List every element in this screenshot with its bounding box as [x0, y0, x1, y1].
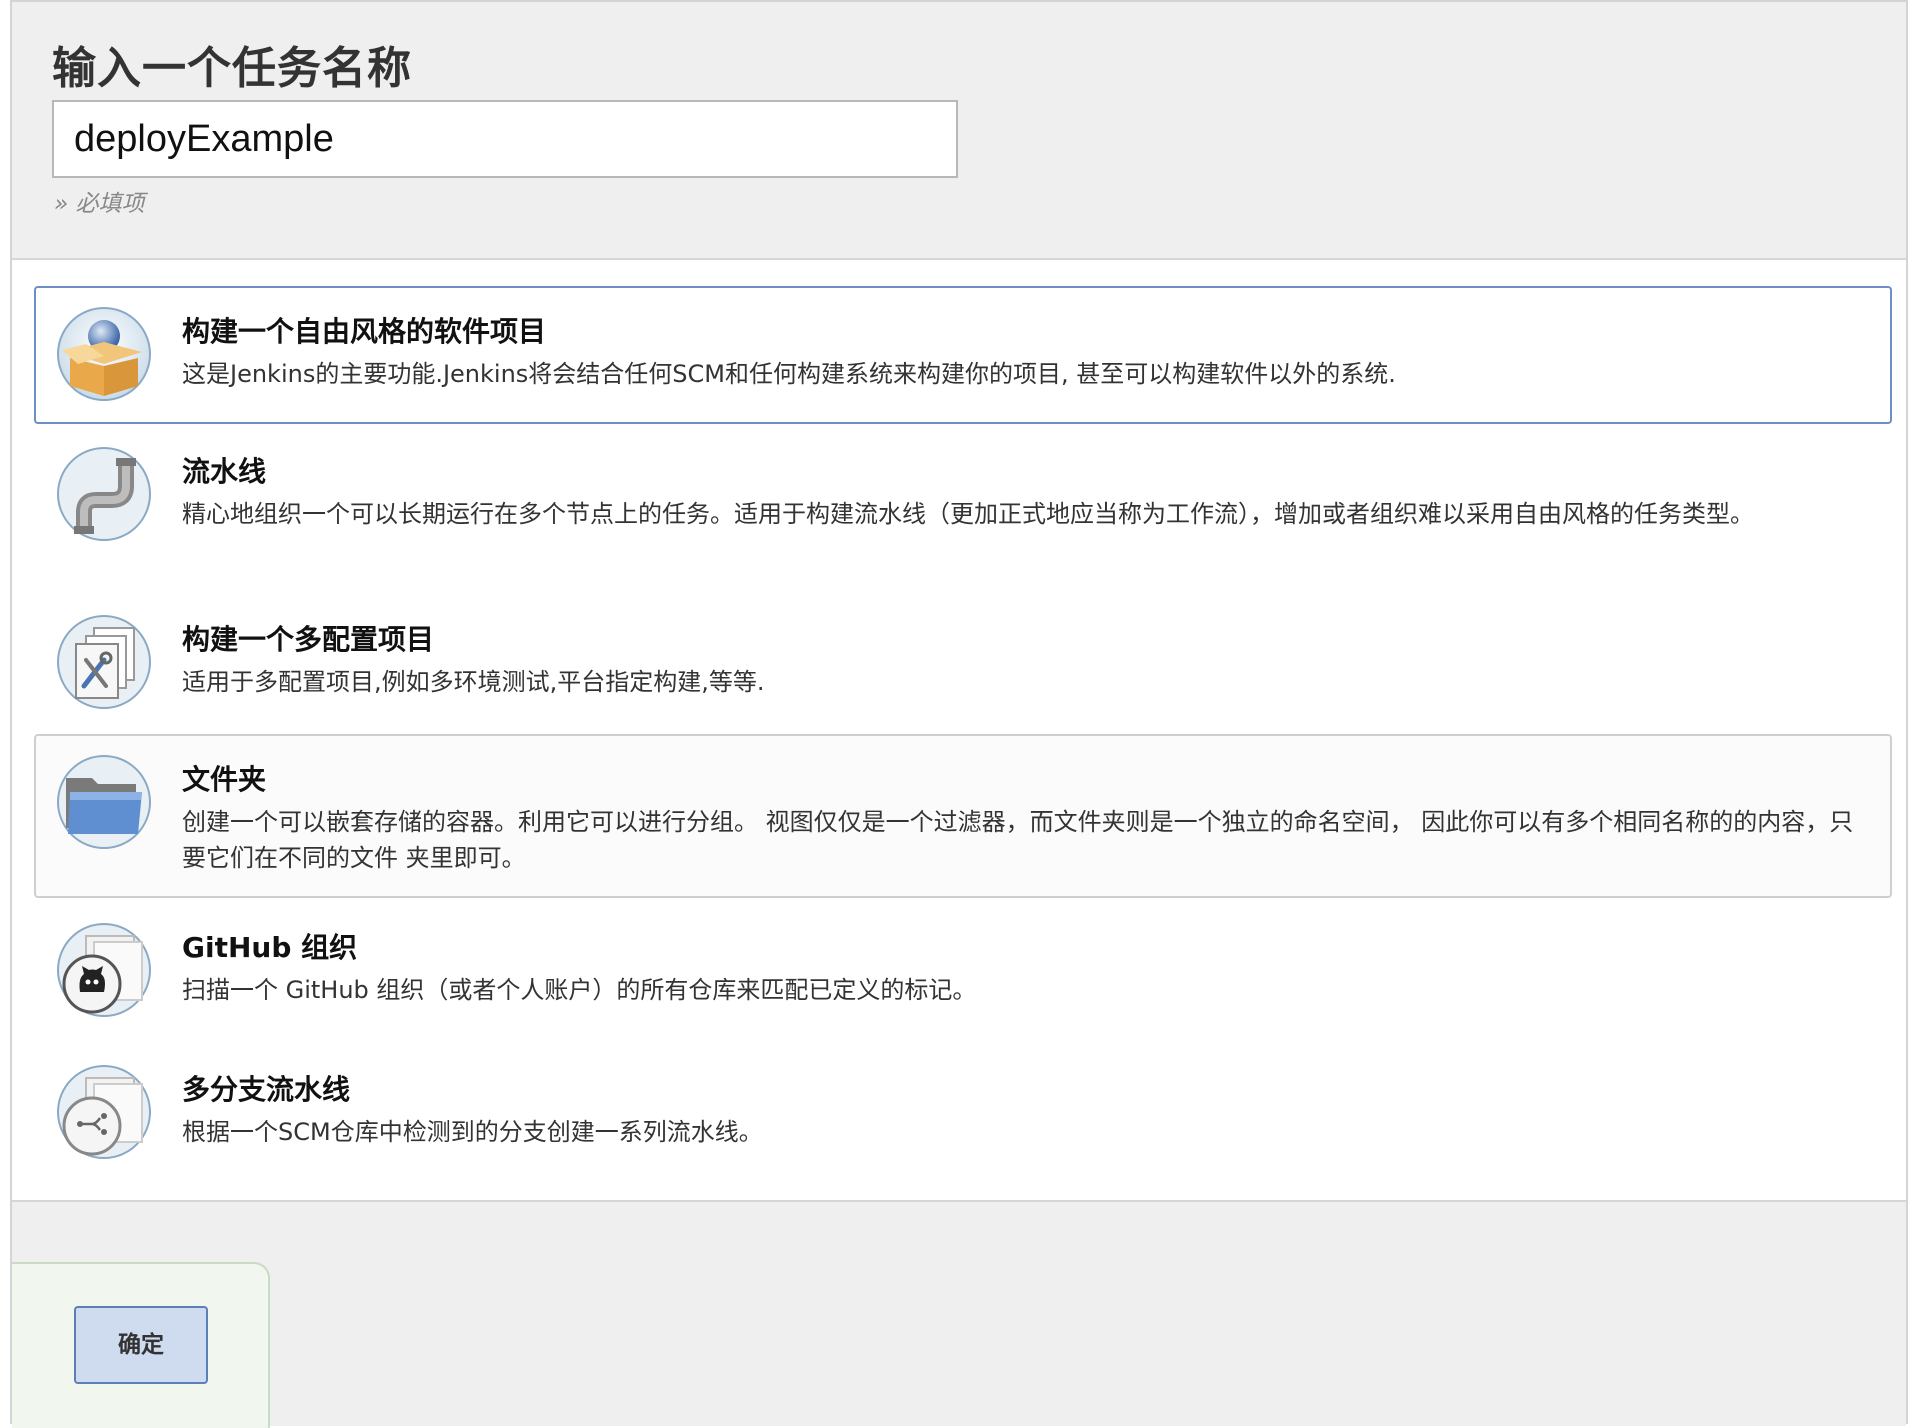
- item-title: 构建一个自由风格的软件项目: [182, 315, 547, 348]
- item-description: 根据一个SCM仓库中检测到的分支创建一系列流水线。: [182, 1118, 763, 1146]
- page-title: 输入一个任务名称: [52, 43, 412, 94]
- new-item-form: 输入一个任务名称 » 必填项: [10, 0, 1908, 1428]
- item-title: 流水线: [182, 455, 267, 488]
- required-hint: » 必填项: [54, 191, 145, 217]
- pipeline-icon: [57, 447, 151, 541]
- freestyle-project-icon: [57, 307, 151, 401]
- item-title: 构建一个多配置项目: [182, 623, 435, 656]
- item-type-pipeline[interactable]: 流水线 精心地组织一个可以长期运行在多个节点上的任务。适用于构建流水线（更加正式…: [34, 426, 1892, 590]
- item-type-list: 构建一个自由风格的软件项目 这是Jenkins的主要功能.Jenkins将会结合…: [12, 260, 1906, 1202]
- form-footer: 确定: [12, 1202, 1906, 1428]
- item-description: 创建一个可以嵌套存储的容器。利用它可以进行分组。 视图仅仅是一个过滤器，而文件夹…: [182, 808, 1854, 872]
- github-organization-icon: [57, 923, 151, 1017]
- item-name-input[interactable]: [52, 100, 958, 178]
- item-description: 适用于多配置项目,例如多环境测试,平台指定构建,等等.: [182, 668, 765, 696]
- item-name-section: 输入一个任务名称 » 必填项: [12, 2, 1906, 260]
- item-type-freestyle[interactable]: 构建一个自由风格的软件项目 这是Jenkins的主要功能.Jenkins将会结合…: [34, 286, 1892, 424]
- item-type-github-organization[interactable]: GitHub 组织 扫描一个 GitHub 组织（或者个人账户）的所有仓库来匹配…: [34, 902, 1892, 1040]
- folder-icon: [57, 755, 151, 849]
- item-type-multi-config[interactable]: 构建一个多配置项目 适用于多配置项目,例如多环境测试,平台指定构建,等等.: [34, 594, 1892, 732]
- item-description: 精心地组织一个可以长期运行在多个节点上的任务。适用于构建流水线（更加正式地应当称…: [182, 500, 1754, 528]
- item-type-multibranch-pipeline[interactable]: 多分支流水线 根据一个SCM仓库中检测到的分支创建一系列流水线。: [34, 1044, 1892, 1182]
- multi-config-project-icon: [57, 615, 151, 709]
- item-title: 文件夹: [182, 763, 267, 796]
- item-description: 扫描一个 GitHub 组织（或者个人账户）的所有仓库来匹配已定义的标记。: [182, 976, 977, 1004]
- multibranch-pipeline-icon: [57, 1065, 151, 1159]
- item-description: 这是Jenkins的主要功能.Jenkins将会结合任何SCM和任何构建系统来构…: [182, 360, 1396, 388]
- item-type-folder[interactable]: 文件夹 创建一个可以嵌套存储的容器。利用它可以进行分组。 视图仅仅是一个过滤器，…: [34, 734, 1892, 898]
- item-title: GitHub 组织: [182, 931, 358, 964]
- ok-button[interactable]: 确定: [74, 1306, 208, 1384]
- ok-button-panel: 确定: [12, 1262, 270, 1428]
- item-title: 多分支流水线: [182, 1073, 351, 1106]
